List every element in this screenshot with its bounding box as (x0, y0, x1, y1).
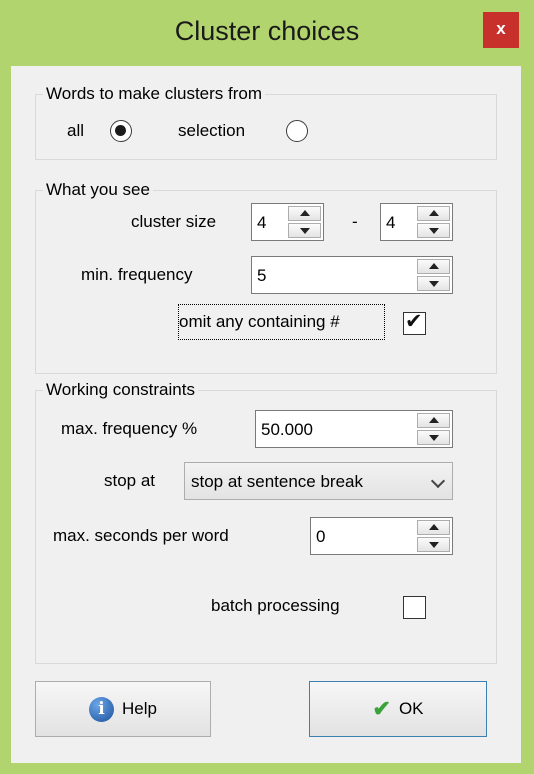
info-icon: i (89, 696, 115, 722)
max-frequency-value: 50.000 (261, 420, 313, 439)
stop-at-value: stop at sentence break (191, 472, 364, 491)
min-frequency-value: 5 (257, 266, 267, 285)
cluster-size-dash: - (352, 212, 358, 231)
checkmark-icon: ✔ (405, 310, 423, 333)
max-frequency-field[interactable]: 50.000 (255, 410, 453, 448)
max-seconds-spinner[interactable] (417, 520, 450, 552)
spin-up-button[interactable] (288, 206, 321, 221)
arrow-up-icon (429, 417, 439, 423)
chevron-down-icon (430, 473, 446, 489)
max-seconds-label: max. seconds per word (53, 526, 229, 545)
spin-down-button[interactable] (288, 223, 321, 238)
option-all-radio[interactable] (110, 120, 132, 142)
stop-at-label: stop at (104, 471, 156, 490)
arrow-down-icon (429, 228, 439, 234)
arrow-down-icon (429, 542, 439, 548)
help-button-label: Help (122, 699, 157, 718)
omit-containing-checkbox[interactable]: ✔ (403, 310, 426, 335)
spin-down-button[interactable] (417, 223, 450, 238)
cluster-size-min-field[interactable]: 4 (251, 203, 324, 241)
arrow-up-icon (429, 263, 439, 269)
arrow-up-icon (300, 210, 310, 216)
spin-down-button[interactable] (417, 537, 450, 552)
close-button[interactable]: x (483, 12, 519, 48)
max-seconds-field[interactable]: 0 (310, 517, 453, 555)
stop-at-dropdown[interactable]: stop at sentence break (184, 462, 453, 500)
cluster-size-min-value: 4 (257, 213, 267, 232)
omit-containing-label[interactable]: omit any containing # (179, 312, 340, 332)
option-selection-label[interactable]: selection (178, 121, 245, 141)
what-you-see-legend: What you see (43, 180, 153, 200)
close-icon: x (496, 19, 506, 38)
max-seconds-value: 0 (316, 527, 326, 546)
spin-up-button[interactable] (417, 520, 450, 535)
spin-up-button[interactable] (417, 413, 450, 428)
arrow-up-icon (429, 210, 439, 216)
spin-up-button[interactable] (417, 259, 450, 274)
batch-processing-checkbox[interactable] (403, 596, 426, 619)
cluster-size-label: cluster size (131, 212, 217, 231)
option-selection-radio[interactable] (286, 120, 308, 142)
spin-up-button[interactable] (417, 206, 450, 221)
cluster-size-min-spinner[interactable] (288, 206, 321, 238)
radio-selected-dot (115, 125, 126, 136)
option-all-label[interactable]: all (67, 121, 84, 141)
max-frequency-label: max. frequency % (61, 419, 198, 438)
ok-button[interactable]: ✔ OK (309, 681, 487, 737)
max-frequency-spinner[interactable] (417, 413, 450, 445)
cluster-size-max-spinner[interactable] (417, 206, 450, 238)
words-group-legend: Words to make clusters from (43, 84, 266, 104)
min-frequency-field[interactable]: 5 (251, 256, 453, 294)
cluster-size-max-field[interactable]: 4 (380, 203, 453, 241)
arrow-down-icon (429, 435, 439, 441)
min-frequency-spinner[interactable] (417, 259, 450, 291)
dialog-window: Cluster choices x Words to make clusters… (0, 0, 534, 774)
batch-processing-label[interactable]: batch processing (211, 596, 340, 616)
spin-down-button[interactable] (417, 276, 450, 291)
check-icon: ✔ (372, 696, 391, 721)
title-bar[interactable]: Cluster choices x (0, 0, 534, 66)
cluster-size-max-value: 4 (386, 213, 396, 232)
working-constraints-legend: Working constraints (43, 380, 198, 400)
arrow-up-icon (429, 524, 439, 530)
spin-down-button[interactable] (417, 430, 450, 445)
window-title: Cluster choices (174, 16, 360, 46)
arrow-down-icon (300, 228, 310, 234)
dialog-body: Words to make clusters from all selectio… (11, 66, 521, 763)
arrow-down-icon (429, 281, 439, 287)
ok-button-label: OK (398, 699, 424, 718)
min-frequency-label: min. frequency (81, 265, 193, 284)
help-button[interactable]: i Help (35, 681, 211, 737)
